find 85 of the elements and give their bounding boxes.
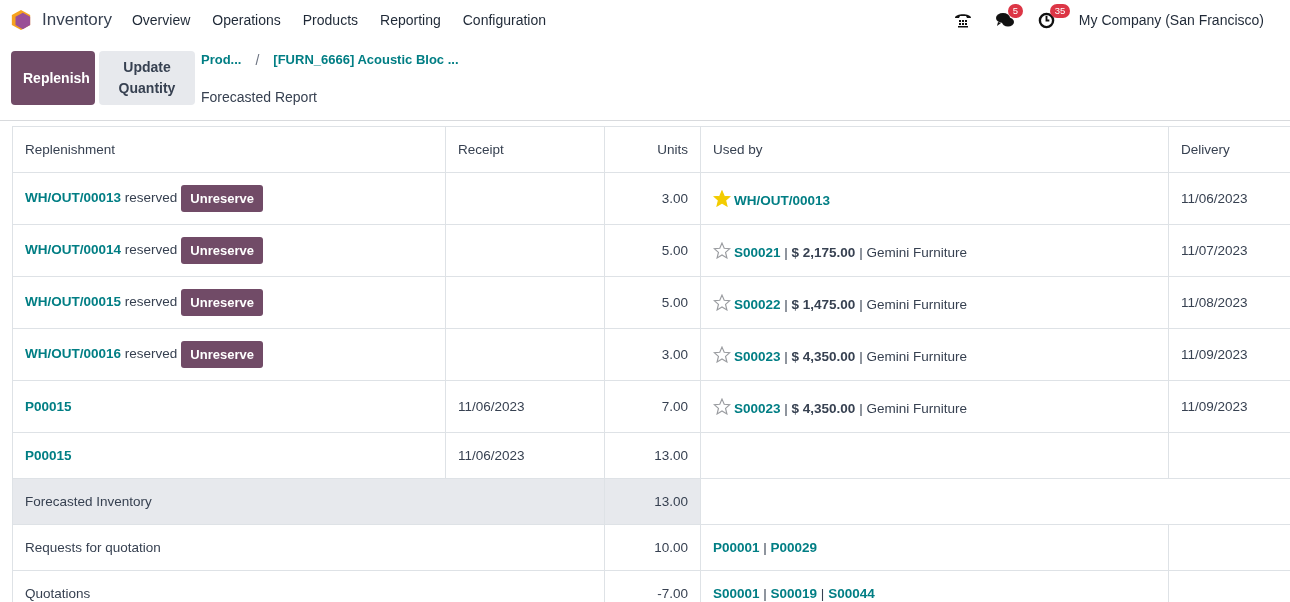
status-text: reserved <box>123 190 178 206</box>
table-cell: 13.00 <box>604 432 701 479</box>
amount-text: $ 4,350.00 <box>791 400 856 416</box>
order-link[interactable]: P00029 <box>770 540 818 555</box>
separator: | <box>858 244 864 260</box>
move-link[interactable]: WH/OUT/00014 <box>25 242 122 258</box>
column-header: Used by <box>700 126 1169 173</box>
separator: | <box>858 400 864 416</box>
unreserve-button[interactable]: Unreserve <box>181 185 263 212</box>
partner-name: Gemini Furniture <box>866 348 967 364</box>
menu-item[interactable]: Reporting <box>380 12 441 28</box>
menu-item[interactable]: Overview <box>131 12 191 28</box>
phone-icon[interactable] <box>953 12 972 28</box>
order-link[interactable]: S00044 <box>828 586 875 601</box>
breadcrumb-separator: / <box>255 52 260 68</box>
table-cell: 3.00 <box>604 172 701 225</box>
order-link[interactable]: P00001 <box>713 540 760 555</box>
star-icon[interactable] <box>713 241 731 259</box>
star-icon[interactable] <box>713 397 731 415</box>
separator: | <box>762 586 768 601</box>
amount-text: $ 2,175.00 <box>791 244 856 260</box>
summary-label: Requests for quotation <box>12 524 605 571</box>
move-link[interactable]: WH/OUT/00013 <box>25 190 122 206</box>
table-cell: 7.00 <box>604 380 701 433</box>
separator: | <box>783 296 789 312</box>
separator: | <box>858 348 864 364</box>
amount-text: $ 4,350.00 <box>791 348 856 364</box>
table-cell: 13.00 <box>604 478 701 525</box>
move-link[interactable]: WH/OUT/00015 <box>25 294 122 310</box>
partner-name: Gemini Furniture <box>866 244 967 260</box>
company-switcher[interactable]: My Company (San Francisco) <box>1078 12 1264 28</box>
chat-icon[interactable] <box>995 12 1014 28</box>
order-link[interactable]: WH/OUT/00013 <box>734 192 831 208</box>
clock-icon[interactable] <box>1037 11 1055 29</box>
action-button[interactable]: Replenish <box>11 51 95 105</box>
table-cell: 5.00 <box>604 276 701 329</box>
partner-name: Gemini Furniture <box>866 400 967 416</box>
order-link[interactable]: S00019 <box>770 586 818 601</box>
amount-text: $ 1,475.00 <box>791 296 856 312</box>
separator: | <box>819 586 826 601</box>
activity-count-badge: 35 <box>1049 3 1071 18</box>
summary-label: Forecasted Inventory <box>12 478 605 525</box>
status-text: reserved <box>123 242 178 258</box>
order-link[interactable]: S00023 <box>734 400 781 416</box>
order-link[interactable]: S00001 <box>713 586 760 601</box>
menu-item[interactable]: Configuration <box>462 12 546 28</box>
page-title: Forecasted Report <box>201 89 318 105</box>
table-cell: 11/06/2023 <box>445 380 605 433</box>
star-icon[interactable] <box>713 189 731 207</box>
menu-item[interactable]: Products <box>302 12 359 28</box>
action-button[interactable]: Update Quantity <box>99 51 195 105</box>
order-link[interactable]: S00021 <box>734 244 781 260</box>
unreserve-button[interactable]: Unreserve <box>181 341 263 368</box>
status-text: reserved <box>123 346 178 362</box>
unreserve-button[interactable]: Unreserve <box>181 289 263 316</box>
column-header: Receipt <box>445 126 605 173</box>
move-link[interactable]: P00015 <box>25 448 72 463</box>
table-cell: 11/06/2023 <box>445 432 605 479</box>
summary-label: Quotations <box>12 570 605 602</box>
order-link[interactable]: S00023 <box>734 348 781 364</box>
separator: | <box>783 244 789 260</box>
message-count-badge: 5 <box>1007 4 1024 18</box>
app-logo-icon[interactable] <box>10 9 32 31</box>
order-link[interactable]: S00022 <box>734 296 781 312</box>
app-name[interactable]: Inventory <box>42 10 112 30</box>
column-header: Delivery <box>1168 126 1290 173</box>
move-link[interactable]: WH/OUT/00016 <box>25 346 122 362</box>
separator: | <box>783 348 789 364</box>
table-cell: 5.00 <box>604 224 701 277</box>
separator: | <box>762 540 768 555</box>
status-text: reserved <box>123 294 178 310</box>
partner-name: Gemini Furniture <box>866 296 967 312</box>
separator: | <box>783 400 789 416</box>
breadcrumb-link[interactable]: [FURN_6666] Acoustic Bloc ... <box>273 52 459 67</box>
separator: | <box>858 296 864 312</box>
table-cell: 10.00 <box>604 524 701 571</box>
star-icon[interactable] <box>713 345 731 363</box>
column-header: Replenishment <box>12 126 446 173</box>
star-icon[interactable] <box>713 293 731 311</box>
table-cell: 3.00 <box>604 328 701 381</box>
column-header: Units <box>604 126 701 173</box>
menu-item[interactable]: Operations <box>212 12 281 28</box>
unreserve-button[interactable]: Unreserve <box>181 237 263 264</box>
move-link[interactable]: P00015 <box>25 399 72 414</box>
breadcrumb-link[interactable]: Prod... <box>201 52 242 67</box>
